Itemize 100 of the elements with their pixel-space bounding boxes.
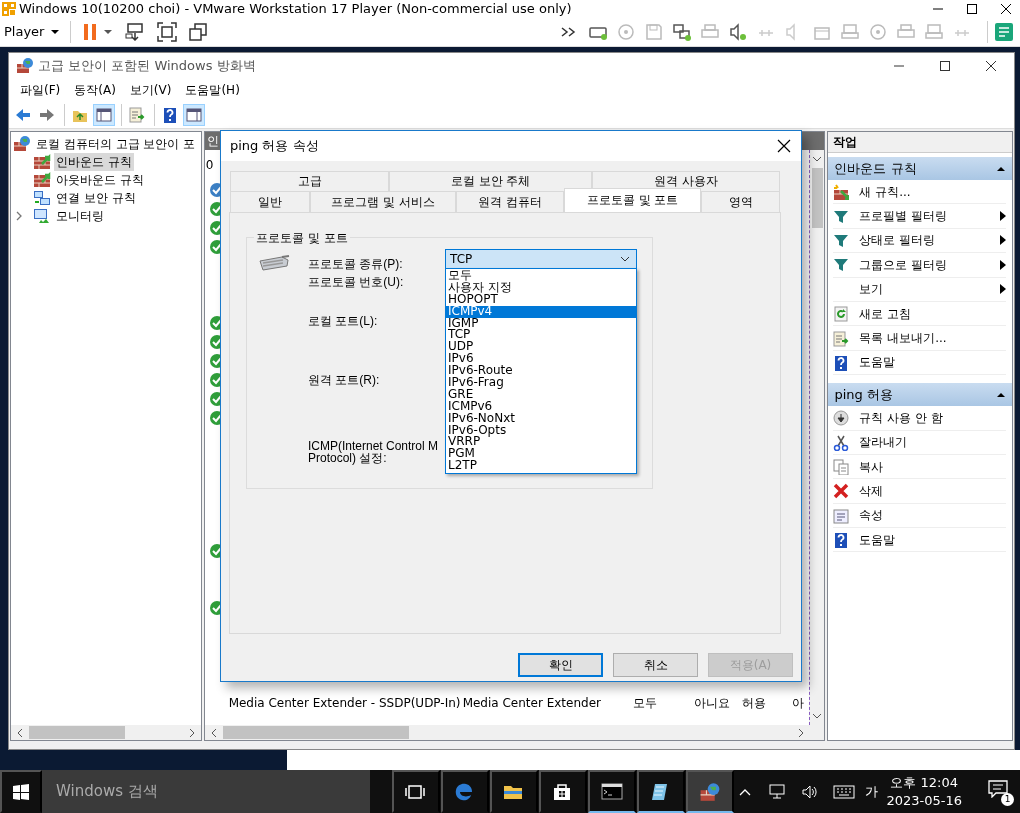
dropdown-option[interactable]: IPv6-NoNxt [446, 412, 636, 425]
expand-chevron-icon[interactable] [15, 211, 23, 221]
dropdown-option[interactable]: IPv6-Frag [446, 377, 636, 389]
tab[interactable]: 영역 [701, 191, 780, 212]
tree-item[interactable]: 아웃바운드 규칙 [54, 171, 146, 189]
dropdown-option[interactable]: IGMP [446, 317, 636, 330]
tree-item[interactable]: 모니터링 [54, 207, 106, 225]
scroll-down-icon[interactable] [812, 711, 823, 721]
tree-item[interactable]: 로컬 컴퓨터의 고급 보안이 포 [34, 135, 198, 153]
maximize-icon[interactable] [966, 3, 978, 15]
tab[interactable]: 프로토콜 및 포트 [563, 188, 702, 212]
close-icon[interactable] [985, 60, 997, 72]
caret-icon[interactable] [103, 29, 114, 35]
menu-item[interactable]: 보기(V) [122, 79, 179, 101]
caret-icon [50, 29, 61, 35]
dropdown-option[interactable]: PGM [446, 448, 636, 461]
action-item[interactable]: 도움말 [859, 353, 1006, 372]
tree-item[interactable]: 인바운드 규칙 [54, 153, 134, 171]
scrollbar-thumb[interactable] [29, 726, 125, 739]
volume-icon[interactable] [801, 783, 820, 800]
dropdown-option[interactable]: IPv6-Route [446, 365, 636, 377]
dropdown-option[interactable]: TCP [446, 329, 636, 342]
tab[interactable]: 로컬 보안 주체 [389, 171, 592, 191]
fullscreen-icon[interactable] [157, 22, 178, 42]
keyboard-icon[interactable] [833, 784, 856, 799]
menu-item[interactable]: 동작(A) [67, 79, 123, 101]
overflow-icon[interactable] [561, 27, 577, 37]
export-icon [129, 106, 145, 123]
table-cell-text: 허용 [741, 694, 767, 712]
action-item[interactable]: 삭제 [859, 482, 1006, 500]
dialog-button[interactable]: 취소 [613, 653, 698, 677]
dropdown-option[interactable]: 사용자 지정 [446, 281, 636, 294]
dropdown-option[interactable]: GRE [446, 388, 636, 401]
taskbar-app[interactable] [686, 770, 734, 813]
player-menu[interactable]: Player [0, 19, 65, 45]
action-item[interactable]: 보기 [859, 280, 1000, 299]
dropdown-option[interactable]: ICMPv6 [446, 400, 636, 413]
close-icon[interactable] [1000, 3, 1012, 15]
taskbar-app[interactable] [490, 770, 538, 813]
tab[interactable]: 고급 [230, 171, 390, 191]
action-item[interactable]: 속성 [859, 506, 1006, 525]
notes-icon[interactable] [994, 22, 1014, 42]
action-item[interactable]: 새 규칙... [859, 182, 1006, 201]
network-icon[interactable] [673, 23, 691, 41]
menu-item[interactable]: 도움말(H) [178, 79, 247, 101]
ime-indicator[interactable]: 가 [865, 781, 879, 802]
column-header[interactable]: 0 [205, 156, 214, 174]
collapse-icon[interactable] [996, 391, 1006, 398]
action-item[interactable]: 새로 고침 [859, 304, 1006, 323]
dropdown-option[interactable]: HOPOPT [446, 293, 636, 306]
dialog-button[interactable]: 확인 [518, 653, 603, 677]
monitoring-icon [33, 208, 51, 224]
menu-item[interactable]: 파일(F) [13, 79, 68, 101]
show-pane-button[interactable] [93, 103, 115, 126]
scroll-up-icon[interactable] [812, 154, 823, 164]
tree-item[interactable]: 연결 보안 규칙 [54, 189, 138, 207]
show-pane-icon [96, 106, 112, 123]
dropdown-option[interactable]: 모두 [446, 270, 636, 282]
action-pane-button[interactable] [183, 103, 205, 126]
connection-rules-icon [33, 190, 51, 206]
speaker-icon[interactable] [729, 23, 747, 41]
tab[interactable]: 프로그램 및 서비스 [309, 191, 457, 212]
action-item[interactable]: 규칙 사용 안 함 [859, 408, 1006, 427]
taskbar-app[interactable] [588, 770, 636, 813]
collapse-icon[interactable] [996, 165, 1006, 172]
pause-icon[interactable] [83, 23, 98, 41]
refresh-icon [833, 306, 850, 323]
dropdown-option[interactable]: VRRP [446, 436, 636, 449]
action-item[interactable]: 그룹으로 필터링 [859, 255, 1000, 274]
dropdown-option[interactable]: L2TP [446, 460, 636, 473]
taskbar-app[interactable] [539, 770, 587, 813]
unity-icon[interactable] [189, 23, 208, 41]
scroll-left-icon[interactable] [15, 727, 25, 738]
clock-date[interactable]: 2023-05-16 [886, 791, 962, 810]
dropdown-option[interactable]: ICMPv4 [446, 305, 636, 318]
action-item[interactable]: 잘라내기 [859, 433, 1006, 452]
tab[interactable]: 원격 컴퓨터 [456, 191, 564, 212]
tab[interactable]: 일반 [230, 191, 310, 212]
protocol-dropdown[interactable]: TCP [445, 249, 637, 269]
action-item[interactable]: 목록 내보내기... [859, 329, 1006, 348]
dropdown-option[interactable]: IPv6 [446, 353, 636, 366]
table-cell-text: Media Center Extender - SSDP(UDP-In) [228, 694, 462, 712]
scrollbar-thumb[interactable] [222, 726, 409, 739]
dropdown-option[interactable]: IPv6-Opts [446, 424, 636, 437]
close-icon[interactable] [777, 139, 791, 153]
action-item[interactable]: 도움말 [859, 530, 1006, 549]
action-item[interactable]: 프로필별 필터링 [859, 207, 1000, 226]
action-item[interactable]: 상태로 필터링 [859, 231, 1000, 250]
action-item[interactable]: 복사 [859, 457, 1006, 476]
show-hidden-icons[interactable] [739, 787, 752, 796]
taskbar-app[interactable] [392, 770, 440, 813]
tab[interactable]: 원격 사용자 [591, 171, 780, 191]
search-field[interactable]: Windows 검색 [42, 770, 370, 813]
scrollbar-thumb[interactable] [811, 168, 823, 228]
send-keys-icon[interactable] [125, 23, 146, 41]
maximize-icon[interactable] [939, 60, 951, 72]
taskbar-app[interactable] [637, 770, 685, 813]
clock-time[interactable]: 오후 12:04 [886, 773, 962, 792]
network-icon[interactable] [769, 783, 788, 800]
dropdown-option[interactable]: UDP [446, 341, 636, 354]
